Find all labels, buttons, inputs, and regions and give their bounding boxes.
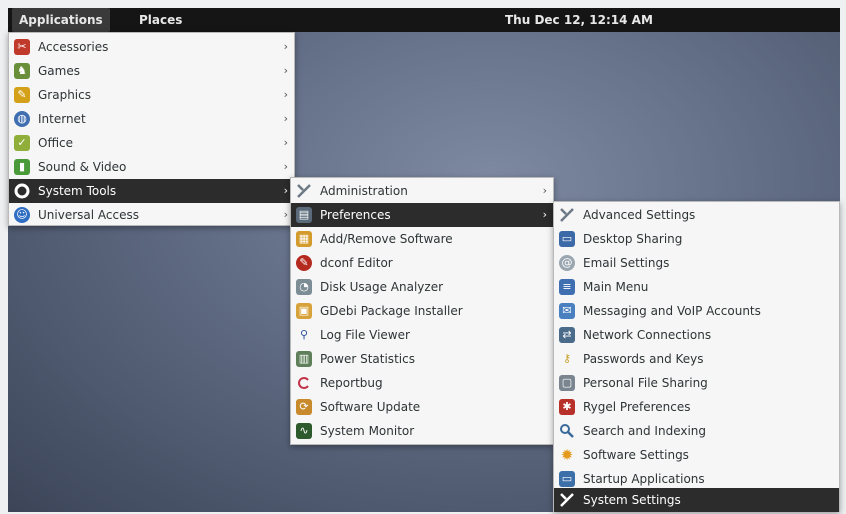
menu-item-network-connections[interactable]: ⇄ Network Connections	[554, 323, 839, 347]
menu-item-graphics[interactable]: ✎ Graphics ›	[9, 83, 294, 107]
personal-file-sharing-icon: ▢	[559, 375, 575, 391]
dconf-editor-icon: ✎	[296, 255, 312, 271]
accessories-icon: ✂	[14, 39, 30, 55]
messaging-voip-icon: ✉	[559, 303, 575, 319]
menu-item-main-menu[interactable]: ≡ Main Menu	[554, 275, 839, 299]
menu-item-email-settings[interactable]: @ Email Settings	[554, 251, 839, 275]
administration-icon	[296, 183, 312, 199]
chevron-right-icon: ›	[283, 40, 288, 53]
menu-item-power-statistics[interactable]: ▥ Power Statistics	[291, 347, 553, 371]
chevron-right-icon: ›	[542, 208, 547, 221]
chevron-right-icon: ›	[283, 208, 288, 221]
preferences-icon: ▤	[296, 207, 312, 223]
menu-item-administration[interactable]: Administration ›	[291, 179, 553, 203]
applications-menu-button[interactable]: Applications	[12, 8, 110, 32]
menu-item-advanced-settings[interactable]: Advanced Settings	[554, 203, 839, 227]
menu-item-preferences[interactable]: ▤ Preferences ›	[291, 203, 553, 227]
preferences-submenu: Advanced Settings ▭ Desktop Sharing @ Em…	[553, 201, 840, 512]
system-settings-icon	[559, 492, 575, 508]
chevron-right-icon: ›	[542, 184, 547, 197]
system-tools-icon	[14, 183, 30, 199]
menu-item-games[interactable]: ♞ Games ›	[9, 59, 294, 83]
top-panel: Applications Places Thu Dec 12, 12:14 AM	[8, 8, 840, 32]
software-update-icon: ⟳	[296, 399, 312, 415]
search-indexing-icon	[559, 423, 575, 439]
system-tools-submenu: Administration › ▤ Preferences › ▦ Add/R…	[290, 177, 554, 445]
menu-item-passwords-and-keys[interactable]: ⚷ Passwords and Keys	[554, 347, 839, 371]
applications-menu: ✂ Accessories › ♞ Games › ✎ Graphics › ◍…	[8, 32, 295, 226]
power-statistics-icon: ▥	[296, 351, 312, 367]
add-remove-software-icon: ▦	[296, 231, 312, 247]
menu-item-sound-video[interactable]: ▮ Sound & Video ›	[9, 155, 294, 179]
sound-video-icon: ▮	[14, 159, 30, 175]
desktop-sharing-icon: ▭	[559, 231, 575, 247]
menu-item-disk-usage-analyzer[interactable]: ◔ Disk Usage Analyzer	[291, 275, 553, 299]
menu-item-system-monitor[interactable]: ∿ System Monitor	[291, 419, 553, 443]
advanced-settings-icon	[559, 207, 575, 223]
menu-item-gdebi-package-installer[interactable]: ▣ GDebi Package Installer	[291, 299, 553, 323]
universal-access-icon: ☺	[14, 207, 30, 223]
system-monitor-icon: ∿	[296, 423, 312, 439]
chevron-right-icon: ›	[283, 184, 288, 197]
gdebi-package-installer-icon: ▣	[296, 303, 312, 319]
network-connections-icon: ⇄	[559, 327, 575, 343]
menu-item-system-tools[interactable]: System Tools ›	[9, 179, 294, 203]
internet-icon: ◍	[14, 111, 30, 127]
menu-item-dconf-editor[interactable]: ✎ dconf Editor	[291, 251, 553, 275]
chevron-right-icon: ›	[283, 136, 288, 149]
rygel-preferences-icon: ✱	[559, 399, 575, 415]
menu-item-desktop-sharing[interactable]: ▭ Desktop Sharing	[554, 227, 839, 251]
reportbug-icon	[296, 375, 312, 391]
menu-item-office[interactable]: ✓ Office ›	[9, 131, 294, 155]
menu-item-software-settings[interactable]: ✹ Software Settings	[554, 443, 839, 467]
menu-item-rygel-preferences[interactable]: ✱ Rygel Preferences	[554, 395, 839, 419]
menu-item-software-update[interactable]: ⟳ Software Update	[291, 395, 553, 419]
log-file-viewer-icon: ⚲	[299, 328, 309, 341]
menu-item-personal-file-sharing[interactable]: ▢ Personal File Sharing	[554, 371, 839, 395]
passwords-keys-icon: ⚷	[562, 352, 572, 365]
chevron-right-icon: ›	[283, 112, 288, 125]
startup-applications-icon: ▭	[559, 471, 575, 487]
menu-item-search-and-indexing[interactable]: Search and Indexing	[554, 419, 839, 443]
clock[interactable]: Thu Dec 12, 12:14 AM	[498, 8, 660, 32]
menu-item-reportbug[interactable]: Reportbug	[291, 371, 553, 395]
menu-item-universal-access[interactable]: ☺ Universal Access ›	[9, 203, 294, 227]
menu-item-accessories[interactable]: ✂ Accessories ›	[9, 35, 294, 59]
disk-usage-analyzer-icon: ◔	[296, 279, 312, 295]
software-settings-icon: ✹	[560, 446, 574, 464]
chevron-right-icon: ›	[283, 88, 288, 101]
chevron-right-icon: ›	[283, 160, 288, 173]
places-menu-button[interactable]: Places	[132, 8, 189, 32]
menu-item-messaging-voip-accounts[interactable]: ✉ Messaging and VoIP Accounts	[554, 299, 839, 323]
chevron-right-icon: ›	[283, 64, 288, 77]
email-settings-icon: @	[559, 255, 575, 271]
menu-item-log-file-viewer[interactable]: ⚲ Log File Viewer	[291, 323, 553, 347]
games-icon: ♞	[14, 63, 30, 79]
menu-item-internet[interactable]: ◍ Internet ›	[9, 107, 294, 131]
menu-item-add-remove-software[interactable]: ▦ Add/Remove Software	[291, 227, 553, 251]
office-icon: ✓	[14, 135, 30, 151]
main-menu-icon: ≡	[559, 279, 575, 295]
graphics-icon: ✎	[14, 87, 30, 103]
menu-item-system-settings[interactable]: System Settings	[554, 488, 839, 512]
